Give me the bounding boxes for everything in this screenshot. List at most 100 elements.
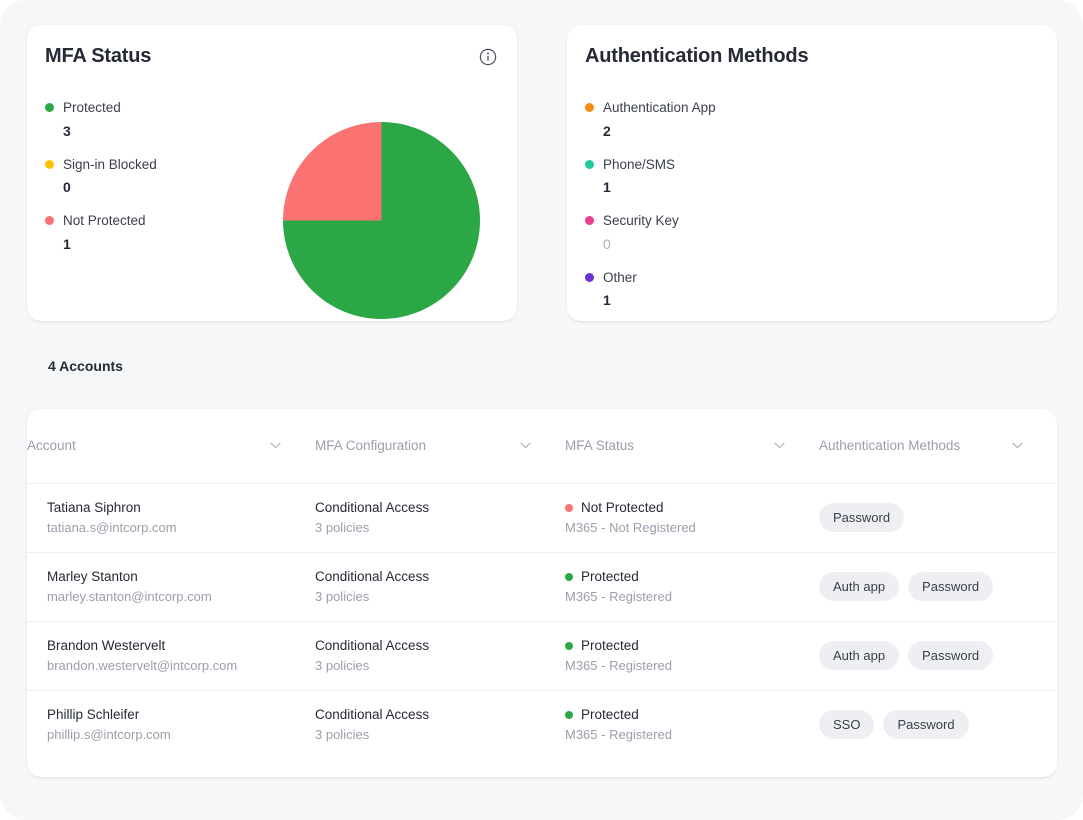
account-email: phillip.s@intcorp.com — [47, 727, 171, 743]
cell-authentication-methods: Auth app Password — [819, 621, 1057, 691]
legend-color-dot — [585, 103, 594, 113]
legend-item-value: 3 — [63, 122, 71, 139]
cell-mfa-configuration: Conditional Access 3 policies — [315, 552, 565, 622]
cell-authentication-methods: SSO Password — [819, 690, 1057, 759]
method-badge: Auth app — [819, 572, 900, 601]
mfa-configuration-value: Conditional Access — [315, 569, 430, 584]
legend-item: Phone/SMS 1 — [585, 156, 775, 195]
legend-item: Security Key 0 — [585, 214, 775, 252]
column-header-mfa-status[interactable]: MFA Status — [565, 409, 819, 484]
chevron-down-icon[interactable] — [774, 442, 785, 449]
status-dot — [565, 641, 573, 650]
legend-item-head: Not Protected — [45, 214, 235, 228]
chevron-down-icon[interactable] — [270, 442, 281, 449]
column-header-mfa-configuration[interactable]: MFA Configuration — [315, 409, 565, 484]
mfa-policies-count: 3 policies — [315, 727, 370, 743]
legend-item-label: Sign-in Blocked — [63, 156, 157, 172]
authentication-method-badges: Auth app Password — [819, 641, 1057, 670]
cell-mfa-status: Protected M365 - Registered — [565, 552, 819, 622]
legend-item-value: 1 — [603, 179, 611, 195]
cell-mfa-status: Protected M365 - Registered — [565, 621, 819, 691]
mfa-status-card-title: MFA Status — [45, 45, 152, 67]
legend-item-head: Phone/SMS — [585, 156, 775, 172]
account-email: tatiana.s@intcorp.com — [47, 520, 177, 535]
table-row[interactable]: Marley Stanton marley.stanton@intcorp.com… — [27, 552, 1057, 622]
legend-item-value: 2 — [603, 122, 611, 139]
status-badge: Protected — [581, 638, 639, 653]
method-badge: Auth app — [819, 641, 900, 670]
mfa-policies-count: 3 policies — [315, 658, 370, 673]
method-badge: Password — [883, 710, 969, 740]
account-name: Phillip Schleifer — [47, 707, 140, 723]
legend-color-dot — [585, 159, 594, 169]
legend-item-label: Authentication App — [603, 100, 716, 115]
chevron-down-icon[interactable] — [1012, 442, 1023, 449]
status-badge: Protected — [581, 707, 639, 723]
column-header-account[interactable]: Account — [27, 409, 315, 484]
registration-state: M365 - Not Registered — [565, 520, 696, 535]
table-row[interactable]: Phillip Schleifer phillip.s@intcorp.com Co… — [27, 690, 1057, 759]
legend-item-label: Not Protected — [63, 213, 146, 228]
cell-account: Marley Stanton marley.stanton@intcorp.com — [27, 552, 315, 622]
legend-item-label: Protected — [63, 100, 121, 115]
cell-account: Brandon Westervelt brandon.westervelt@int… — [27, 621, 315, 691]
legend-item-value: 1 — [603, 292, 611, 308]
mfa-configuration-value: Conditional Access — [315, 638, 430, 653]
legend-item-value: 1 — [63, 235, 71, 252]
mfa-status-pie-chart — [283, 122, 480, 319]
mfa-policies-count: 3 policies — [315, 520, 370, 535]
mfa-configuration-value: Conditional Access — [315, 500, 430, 515]
account-email: marley.stanton@intcorp.com — [47, 589, 212, 604]
legend-item-value: 0 — [63, 179, 71, 195]
status-badge: Not Protected — [581, 500, 664, 515]
status-dot — [565, 572, 573, 581]
accounts-table: Account MFA Configuration MFA Status Aut… — [27, 409, 1057, 759]
legend-color-dot — [585, 272, 594, 282]
accounts-table-body: Tatiana Siphron tatiana.s@intcorp.com Cond… — [27, 483, 1057, 759]
mfa-configuration-value: Conditional Access — [315, 707, 430, 723]
legend-item-head: Authentication App — [585, 101, 775, 115]
column-header-authentication-methods[interactable]: Authentication Methods — [819, 409, 1057, 484]
mfa-status-card: MFA Status Protected 3 Sign-in Blocked 0 Not… — [27, 25, 517, 321]
accounts-table-head: Account MFA Configuration MFA Status Aut… — [27, 409, 1057, 484]
registration-state: M365 - Registered — [565, 727, 672, 743]
column-header-label: Authentication Methods — [819, 438, 961, 454]
legend-item-head: Sign-in Blocked — [45, 156, 235, 172]
status-dot — [565, 503, 573, 512]
chevron-down-icon[interactable] — [520, 442, 531, 449]
status-badge: Protected — [581, 569, 639, 584]
legend-item-label: Security Key — [603, 213, 679, 228]
cell-mfa-configuration: Conditional Access 3 policies — [315, 621, 565, 691]
cell-mfa-status: Not Protected M365 - Not Registered — [565, 483, 819, 553]
legend-item: Protected 3 — [45, 101, 235, 139]
legend-item: Other 1 — [585, 269, 775, 308]
legend-item-head: Security Key — [585, 214, 775, 228]
method-badge: Password — [908, 572, 994, 601]
account-name: Brandon Westervelt — [47, 638, 166, 653]
cell-authentication-methods: Auth app Password — [819, 552, 1057, 622]
legend-item: Sign-in Blocked 0 — [45, 156, 235, 195]
authentication-method-badges: Auth app Password — [819, 572, 1057, 601]
cell-mfa-status: Protected M365 - Registered — [565, 690, 819, 759]
status-dot — [565, 710, 573, 719]
account-email: brandon.westervelt@intcorp.com — [47, 658, 238, 673]
column-header-label: MFA Status — [565, 438, 635, 454]
legend-item-label: Phone/SMS — [603, 156, 676, 172]
legend-color-dot — [45, 216, 54, 226]
cell-account: Tatiana Siphron tatiana.s@intcorp.com — [27, 483, 315, 553]
table-row[interactable]: Tatiana Siphron tatiana.s@intcorp.com Cond… — [27, 483, 1057, 553]
cell-mfa-configuration: Conditional Access 3 policies — [315, 483, 565, 553]
table-header-row: Account MFA Configuration MFA Status Aut… — [27, 409, 1057, 484]
summary-cards-row: MFA Status Protected 3 Sign-in Blocked 0 Not… — [27, 25, 1057, 321]
method-badge: SSO — [819, 710, 875, 740]
legend-item: Not Protected 1 — [45, 214, 235, 252]
accounts-table-card: Account MFA Configuration MFA Status Aut… — [27, 409, 1057, 777]
legend-item-head: Other — [585, 269, 775, 285]
info-circle-icon[interactable] — [479, 48, 497, 66]
mfa-status-legend: Protected 3 Sign-in Blocked 0 Not Protected 1 — [45, 101, 235, 252]
legend-color-dot — [45, 103, 54, 113]
legend-item-label: Other — [603, 269, 637, 285]
dashboard-root: MFA Status Protected 3 Sign-in Blocked 0 Not… — [0, 0, 1083, 820]
registration-state: M365 - Registered — [565, 589, 672, 604]
table-row[interactable]: Brandon Westervelt brandon.westervelt@int… — [27, 621, 1057, 691]
